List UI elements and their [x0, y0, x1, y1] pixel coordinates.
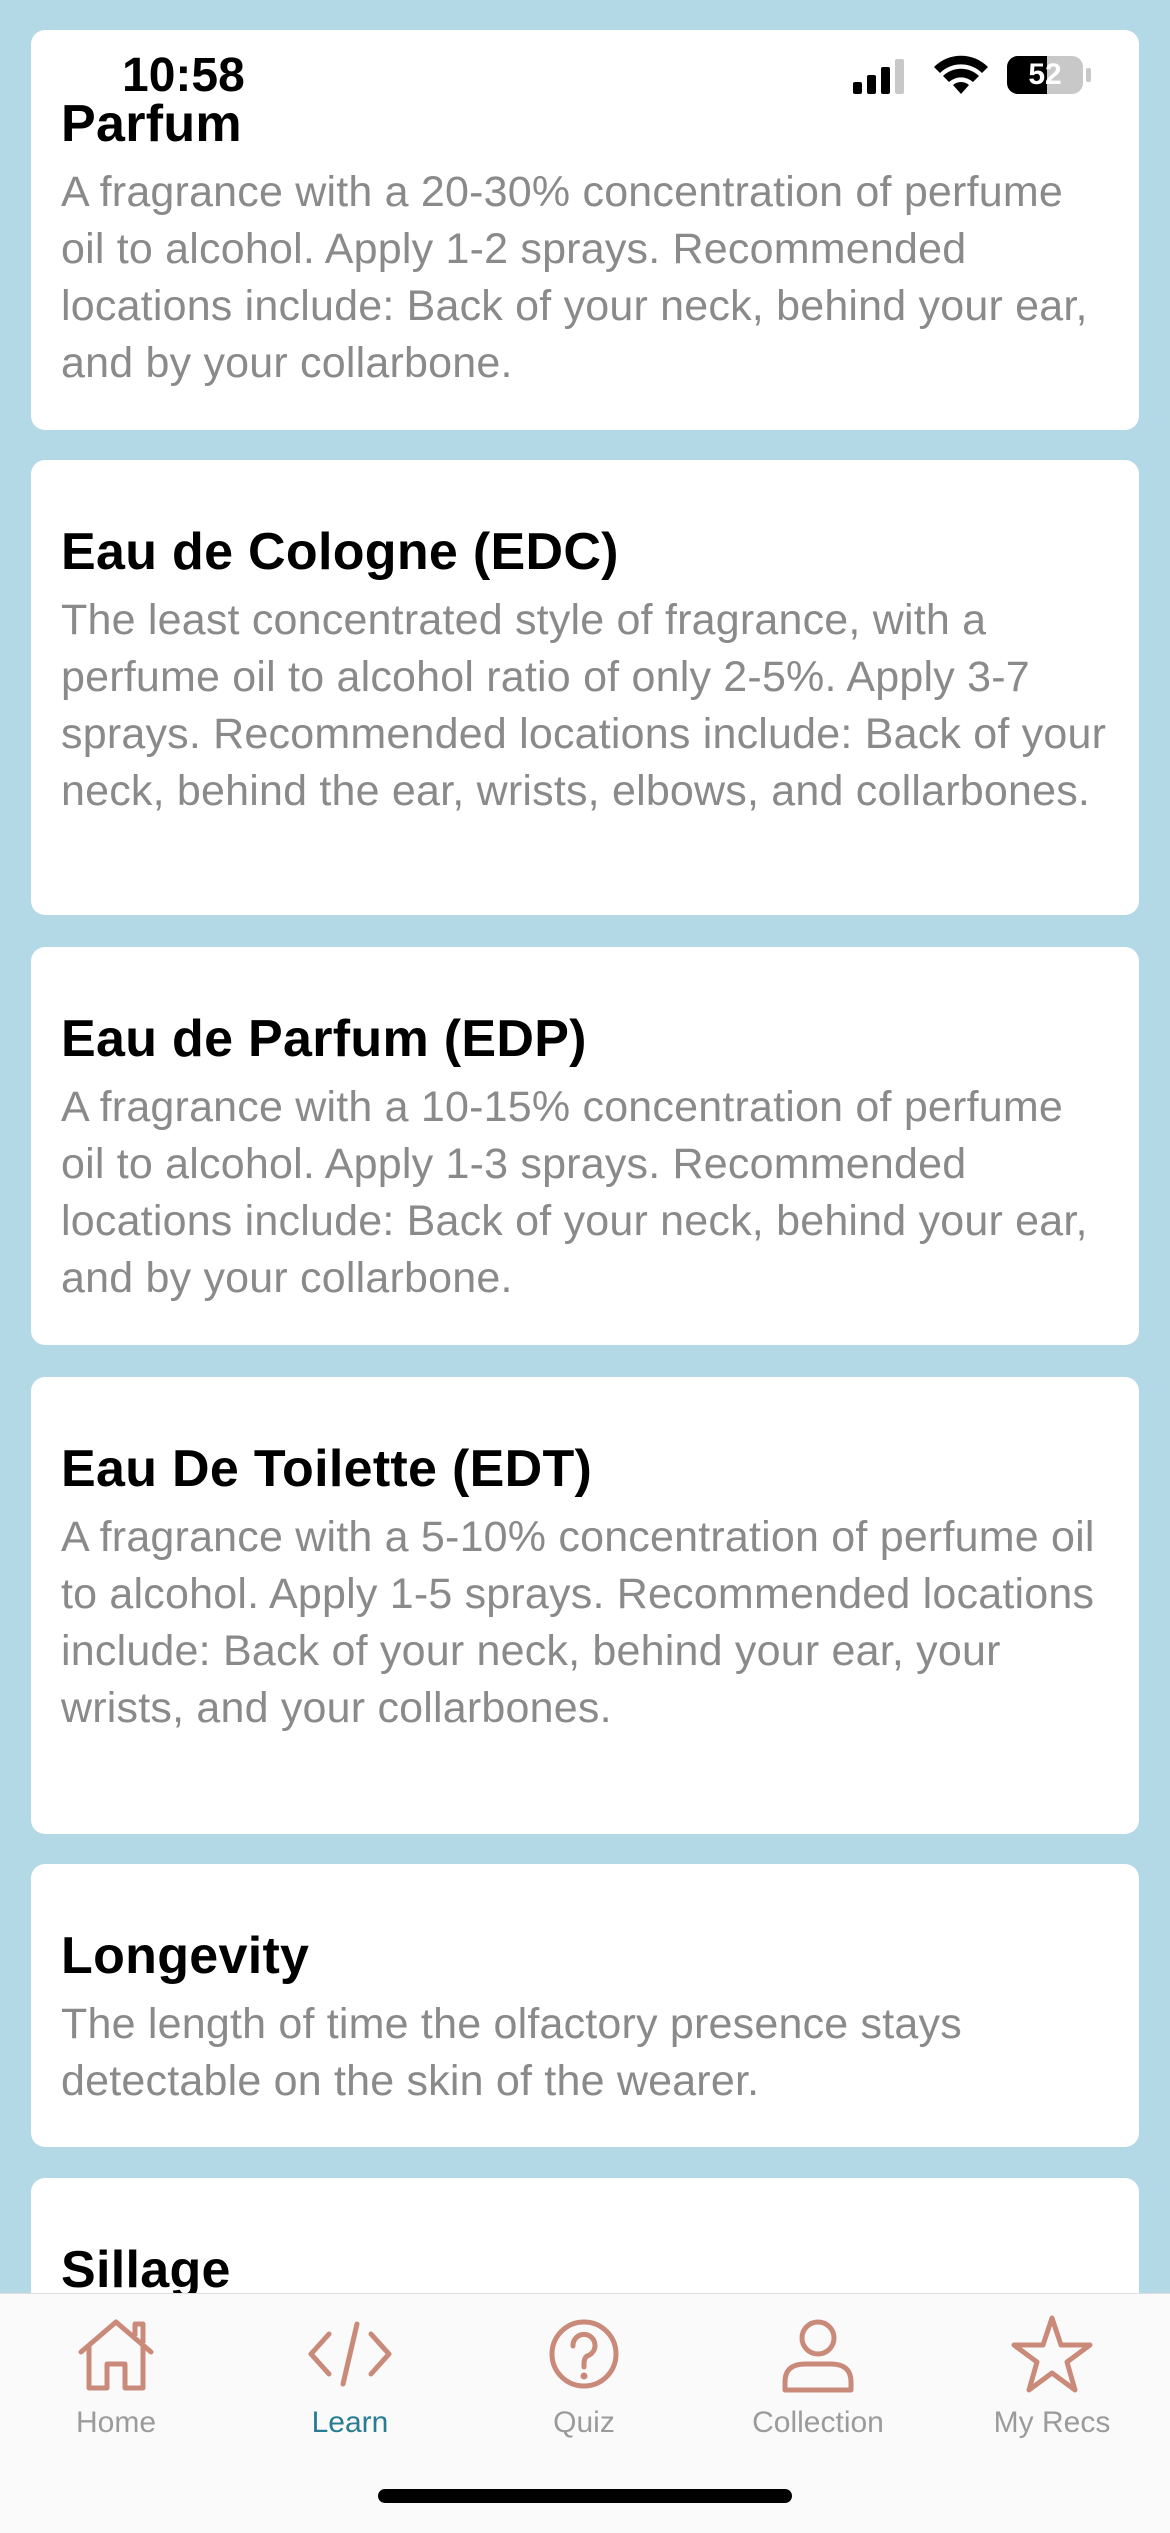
tab-label: My Recs: [993, 2406, 1111, 2439]
glossary-card-edc: Eau de Cologne (EDC) The least concentra…: [31, 460, 1139, 915]
battery-icon: 52: [1007, 56, 1083, 94]
battery-level: 52: [1028, 58, 1062, 91]
tab-collection[interactable]: Collection: [718, 2314, 918, 2440]
question-icon: [549, 2319, 619, 2389]
card-body: A fragrance with a 20-30% concentration …: [61, 168, 1088, 387]
code-icon: [308, 2321, 392, 2387]
card-body: A fragrance with a 5-10% concentration o…: [61, 1513, 1095, 1732]
card-body: The length of time the olfactory presenc…: [61, 2000, 962, 2105]
home-indicator[interactable]: [378, 2489, 792, 2503]
tab-home[interactable]: Home: [16, 2314, 216, 2440]
card-title: Sillage: [61, 2241, 231, 2293]
cellular-signal-icon: [853, 59, 904, 94]
tab-label: Home: [75, 2406, 157, 2439]
glossary-card-sillage: Sillage: [31, 2178, 1139, 2293]
tab-label: Learn: [311, 2406, 389, 2439]
star-icon: [1011, 2315, 1093, 2393]
card-body: A fragrance with a 10-15% concentration …: [61, 1083, 1088, 1302]
glossary-card-edp: Eau de Parfum (EDP) A fragrance with a 1…: [31, 947, 1139, 1345]
tab-label: Quiz: [553, 2406, 615, 2439]
person-icon: [782, 2319, 854, 2393]
card-title: Eau De Toilette (EDT): [61, 1440, 593, 1498]
tab-learn[interactable]: Learn: [250, 2314, 450, 2440]
home-icon: [78, 2319, 154, 2391]
card-title: Eau de Cologne (EDC): [61, 523, 619, 581]
glossary-card-edt: Eau De Toilette (EDT) A fragrance with a…: [31, 1377, 1139, 1834]
wifi-icon: [934, 55, 988, 94]
card-body: The least concentrated style of fragranc…: [61, 596, 1107, 815]
glossary-list[interactable]: Parfum A fragrance with a 20-30% concent…: [0, 0, 1170, 2293]
card-title: Eau de Parfum (EDP): [61, 1010, 587, 1068]
card-title: Longevity: [61, 1927, 310, 1985]
status-time: 10:58: [122, 49, 245, 102]
glossary-card-longevity: Longevity The length of time the olfacto…: [31, 1864, 1139, 2147]
tab-my-recs[interactable]: My Recs: [952, 2314, 1152, 2440]
status-bar: 10:58 52: [0, 0, 1170, 140]
tab-quiz[interactable]: Quiz: [484, 2314, 684, 2440]
tab-label: Collection: [752, 2406, 884, 2439]
